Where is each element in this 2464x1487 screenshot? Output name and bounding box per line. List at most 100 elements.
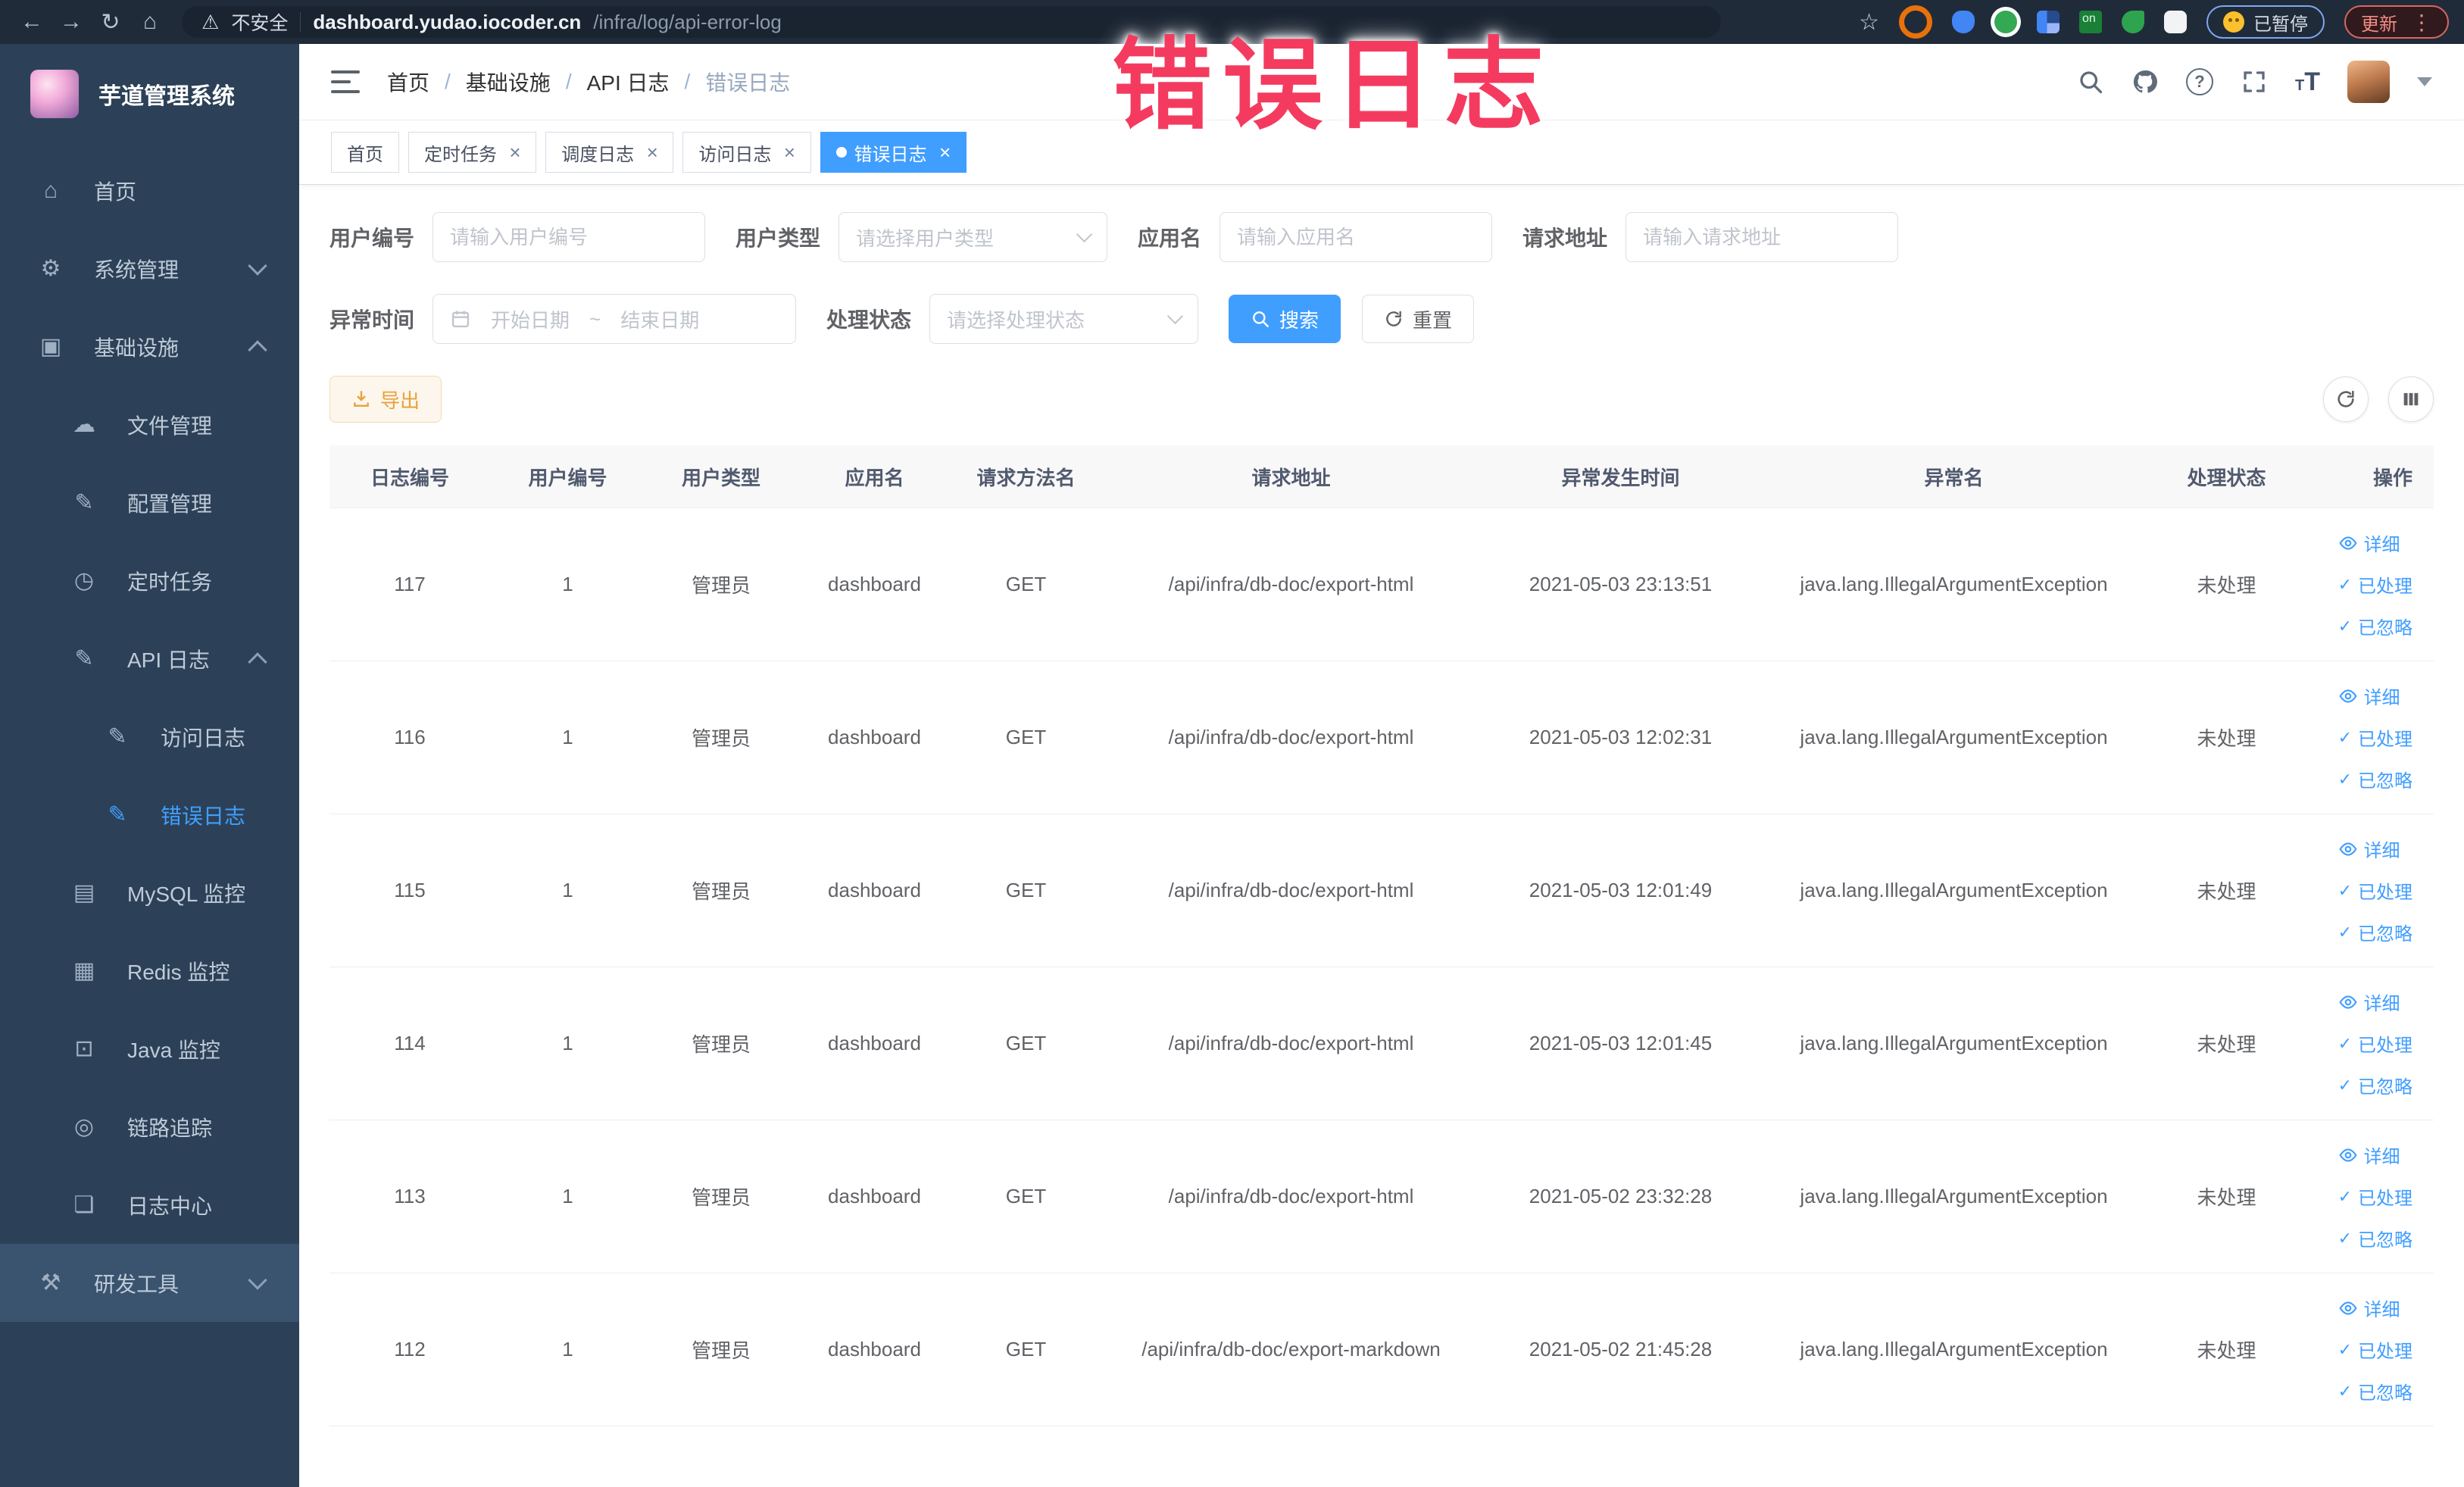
search-icon[interactable] xyxy=(2077,68,2104,95)
mark-processed-link[interactable]: ✓ 已处理 xyxy=(2338,571,2412,598)
extension-grid-icon[interactable] xyxy=(2037,11,2060,33)
back-icon[interactable]: ← xyxy=(15,9,48,35)
cell-method: GET xyxy=(952,1273,1100,1426)
sidebar-item[interactable]: ▤ MySQL 监控 xyxy=(0,854,299,932)
cell-method: GET xyxy=(952,967,1100,1120)
mark-ignored-link[interactable]: ✓ 已忽略 xyxy=(2338,1072,2412,1098)
col-user-type: 用户类型 xyxy=(645,445,797,508)
mark-ignored-link[interactable]: ✓ 已忽略 xyxy=(2338,613,2412,639)
extension-green-icon[interactable] xyxy=(1994,11,2017,33)
table-row: 116 1 管理员 dashboard GET /api/infra/db-do… xyxy=(329,661,2434,814)
tab[interactable]: 调度日志 × xyxy=(545,132,674,173)
sidebar-item[interactable]: ▣ 基础设施 xyxy=(0,308,299,386)
mark-ignored-link[interactable]: ✓ 已忽略 xyxy=(2338,1378,2412,1404)
app-name-label: 应用名 xyxy=(1138,226,1202,250)
mark-processed-link[interactable]: ✓ 已处理 xyxy=(2338,877,2412,904)
user-type-select[interactable]: 请选择用户类型 xyxy=(839,212,1108,262)
detail-link[interactable]: 详细 xyxy=(2338,1295,2400,1321)
tab[interactable]: 首页 xyxy=(331,132,399,173)
paused-badge[interactable]: 已暂停 xyxy=(2206,5,2325,39)
mark-processed-link[interactable]: ✓ 已处理 xyxy=(2338,1183,2412,1210)
tab-close-icon[interactable]: × xyxy=(939,142,951,162)
sidebar-item[interactable]: ⚒ 研发工具 xyxy=(0,1244,299,1322)
detail-link[interactable]: 详细 xyxy=(2338,1142,2400,1168)
mark-processed-link[interactable]: ✓ 已处理 xyxy=(2338,1336,2412,1363)
avatar-caret-icon[interactable] xyxy=(2417,77,2432,86)
tab-close-icon[interactable]: × xyxy=(783,142,795,162)
tab[interactable]: 定时任务 × xyxy=(408,132,537,173)
extension-leaf-icon[interactable] xyxy=(2122,11,2144,33)
menu-item-label: 基础设施 xyxy=(94,336,180,360)
breadcrumb-current: 错误日志 xyxy=(705,71,791,95)
bookmark-star-icon[interactable]: ☆ xyxy=(1859,9,1879,36)
mark-ignored-link[interactable]: ✓ 已忽略 xyxy=(2338,766,2412,792)
refresh-table-button[interactable] xyxy=(2323,376,2369,422)
search-button[interactable]: 搜索 xyxy=(1229,295,1341,343)
extension-orange-icon[interactable] xyxy=(1899,5,1932,39)
sidebar-item[interactable]: ▦ Redis 监控 xyxy=(0,932,299,1010)
sidebar-item[interactable]: ◷ 定时任务 xyxy=(0,542,299,620)
mark-ignored-link[interactable]: ✓ 已忽略 xyxy=(2338,1225,2412,1251)
time-range-picker[interactable]: 开始日期 ~ 结束日期 xyxy=(433,294,797,344)
update-button[interactable]: 更新 ⋮ xyxy=(2344,5,2449,39)
reset-button[interactable]: 重置 xyxy=(1362,295,1475,343)
table-settings xyxy=(2323,376,2434,422)
extension-blue-icon[interactable] xyxy=(1952,11,1975,33)
forward-icon[interactable]: → xyxy=(55,9,88,35)
chrome-toolbar-right: ☆ 已暂停 更新 ⋮ xyxy=(1859,5,2449,39)
user-no-input[interactable] xyxy=(433,212,706,262)
sidebar-item[interactable]: ⚙ 系统管理 xyxy=(0,230,299,308)
detail-link[interactable]: 详细 xyxy=(2338,683,2400,709)
cell-exception-time: 2021-05-03 12:02:31 xyxy=(1482,661,1759,814)
breadcrumb-api-log[interactable]: API 日志 xyxy=(587,67,670,97)
request-url-input[interactable] xyxy=(1625,212,1899,262)
sidebar-item[interactable]: ✎ 错误日志 xyxy=(0,776,299,854)
app-logo[interactable]: 芋道管理系统 xyxy=(0,44,299,136)
column-settings-button[interactable] xyxy=(2388,376,2434,422)
sidebar-item[interactable]: ✎ API 日志 xyxy=(0,620,299,698)
cell-status: 未处理 xyxy=(2149,967,2304,1120)
fullscreen-icon[interactable] xyxy=(2241,68,2268,95)
detail-link[interactable]: 详细 xyxy=(2338,989,2400,1015)
tab-close-icon[interactable]: × xyxy=(509,142,520,162)
sidebar-item[interactable]: ◎ 链路追踪 xyxy=(0,1088,299,1166)
cell-user-type: 管理员 xyxy=(645,1273,797,1426)
check-icon: ✓ xyxy=(2338,574,2352,594)
detail-link[interactable]: 详细 xyxy=(2338,836,2400,862)
sidebar-item[interactable]: ⌂ 首页 xyxy=(0,152,299,230)
browser-menu-icon[interactable]: ⋮ xyxy=(2411,10,2432,35)
font-size-icon[interactable]: TT xyxy=(2295,69,2320,95)
mark-ignored-link[interactable]: ✓ 已忽略 xyxy=(2338,919,2412,945)
menu-item-icon: ✎ xyxy=(74,490,94,515)
tab-label: 定时任务 xyxy=(424,144,497,165)
github-icon[interactable] xyxy=(2131,68,2159,95)
process-status-select[interactable]: 请选择处理状态 xyxy=(929,294,1199,344)
breadcrumb-infra[interactable]: 基础设施 xyxy=(466,67,551,97)
cell-log-id: 116 xyxy=(329,661,490,814)
sidebar-item[interactable]: ✎ 配置管理 xyxy=(0,464,299,542)
check-icon: ✓ xyxy=(2338,880,2352,900)
tab[interactable]: 访问日志 × xyxy=(682,132,811,173)
extensions-puzzle-icon[interactable] xyxy=(2164,11,2187,33)
address-bar[interactable]: ⚠ 不安全 dashboard.yudao.iocoder.cn/infra/l… xyxy=(182,6,1721,38)
cell-status: 未处理 xyxy=(2149,661,2304,814)
avatar[interactable] xyxy=(2347,61,2390,103)
tab-close-icon[interactable]: × xyxy=(646,142,657,162)
mark-processed-link[interactable]: ✓ 已处理 xyxy=(2338,1030,2412,1057)
export-button[interactable]: 导出 xyxy=(329,376,442,423)
breadcrumb-home[interactable]: 首页 xyxy=(387,67,429,97)
help-icon[interactable]: ? xyxy=(2186,68,2213,95)
sidebar-item[interactable]: ⊡ Java 监控 xyxy=(0,1010,299,1088)
mark-processed-link[interactable]: ✓ 已处理 xyxy=(2338,724,2412,751)
tab[interactable]: 错误日志 × xyxy=(820,132,967,173)
sidebar-toggle-icon[interactable] xyxy=(331,70,360,94)
cell-log-id: 115 xyxy=(329,814,490,967)
sidebar-item[interactable]: ✎ 访问日志 xyxy=(0,698,299,776)
extension-on-badge-icon[interactable] xyxy=(2079,11,2102,33)
sidebar-item[interactable]: ❏ 日志中心 xyxy=(0,1166,299,1244)
browser-home-icon[interactable]: ⌂ xyxy=(133,9,167,35)
detail-link[interactable]: 详细 xyxy=(2338,530,2400,556)
app-name-input[interactable] xyxy=(1220,212,1493,262)
sidebar-item[interactable]: ☁ 文件管理 xyxy=(0,386,299,464)
reload-icon[interactable]: ↻ xyxy=(94,9,127,36)
